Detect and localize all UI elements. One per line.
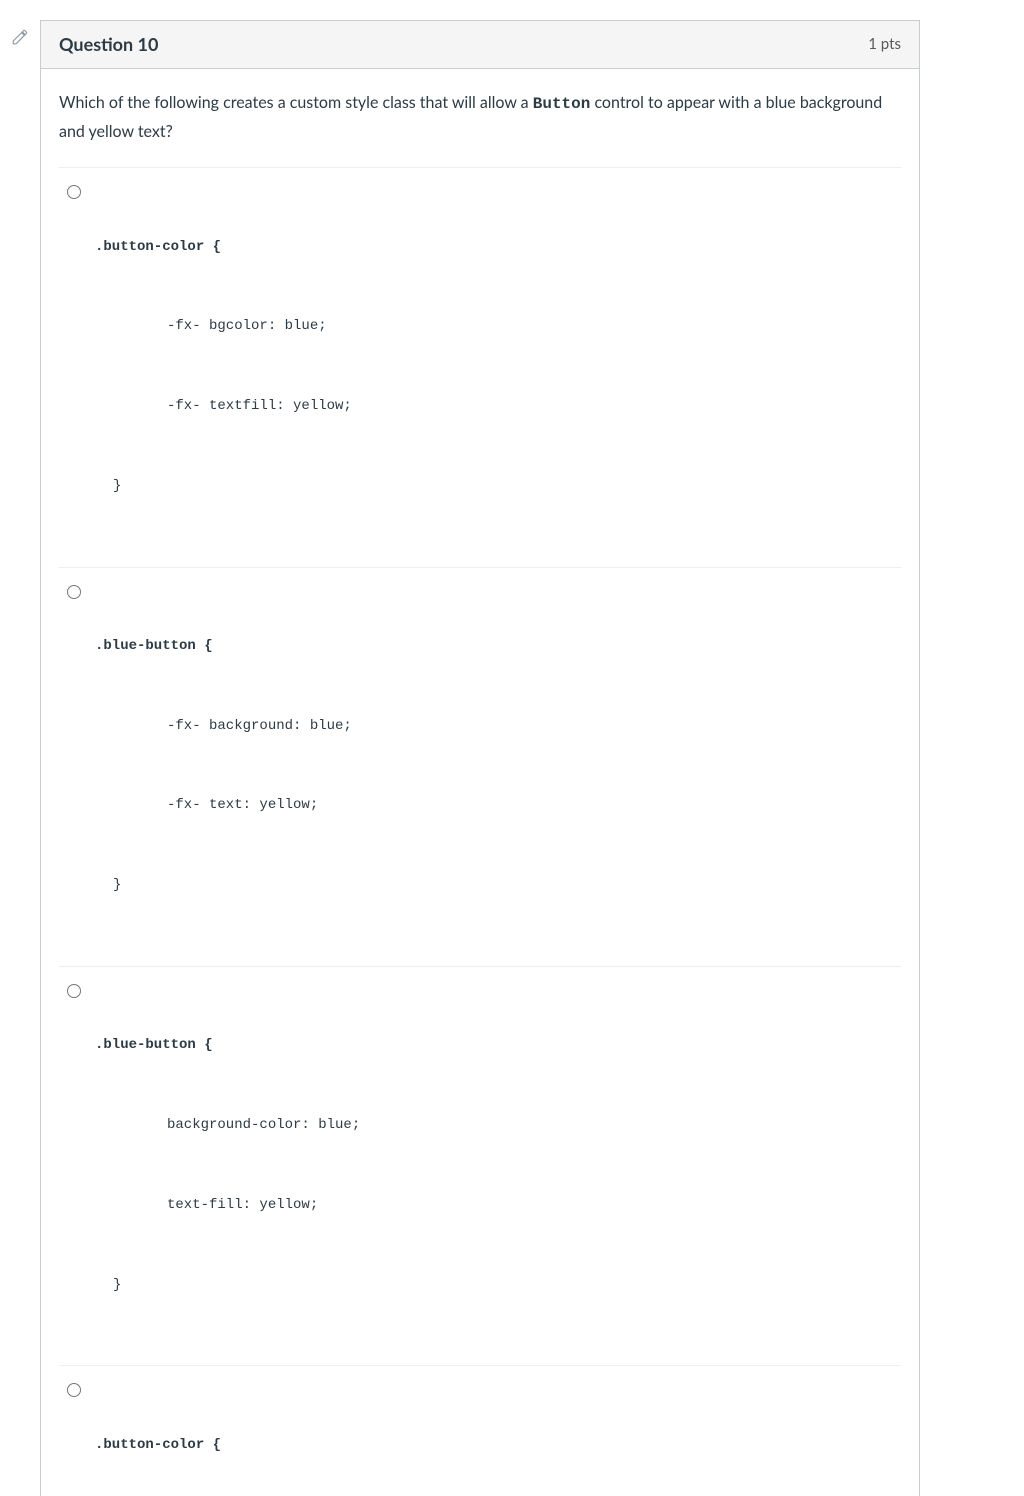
code-close: } bbox=[95, 1272, 360, 1299]
answer-radio[interactable] bbox=[67, 984, 81, 998]
code-selector: .button-color { bbox=[95, 1432, 402, 1459]
question-body: Which of the following creates a custom … bbox=[41, 69, 919, 1496]
question-title: Question 10 bbox=[59, 31, 158, 58]
code-selector: .button-color { bbox=[95, 234, 352, 261]
answer-option[interactable]: .button-color { -fx- bgcolor: blue; -fx-… bbox=[59, 167, 901, 566]
answer-option[interactable]: .blue-button { -fx- background: blue; -f… bbox=[59, 567, 901, 966]
question-points: 1 pts bbox=[868, 33, 901, 56]
answer-code: .button-color { -fx- bgcolor: blue; -fx-… bbox=[95, 180, 352, 552]
question-header: Question 10 1 pts bbox=[41, 21, 919, 69]
code-close: } bbox=[95, 872, 352, 899]
answer-radio[interactable] bbox=[67, 185, 81, 199]
answer-radio[interactable] bbox=[67, 1383, 81, 1397]
code-line: -fx- bgcolor: blue; bbox=[95, 313, 352, 340]
edit-icon-column bbox=[0, 20, 40, 46]
code-line: -fx- text: yellow; bbox=[95, 792, 352, 819]
pencil-icon bbox=[11, 28, 29, 46]
answer-code: .blue-button { background-color: blue; t… bbox=[95, 979, 360, 1351]
code-line: text-fill: yellow; bbox=[95, 1192, 360, 1219]
answers-list: .button-color { -fx- bgcolor: blue; -fx-… bbox=[59, 167, 901, 1496]
question-text-before: Which of the following creates a custom … bbox=[59, 93, 533, 112]
answer-option[interactable]: .button-color { -fx- background-color: b… bbox=[59, 1365, 901, 1496]
code-line: -fx- textfill: yellow; bbox=[95, 393, 352, 420]
code-close: } bbox=[95, 473, 352, 500]
answer-option[interactable]: .blue-button { background-color: blue; t… bbox=[59, 966, 901, 1365]
code-selector: .blue-button { bbox=[95, 633, 352, 660]
code-line: -fx- background: blue; bbox=[95, 713, 352, 740]
answer-code: .button-color { -fx- background-color: b… bbox=[95, 1378, 402, 1496]
code-selector: .blue-button { bbox=[95, 1032, 360, 1059]
question-inline-code: Button bbox=[533, 95, 591, 113]
question-text: Which of the following creates a custom … bbox=[59, 89, 901, 145]
answer-code: .blue-button { -fx- background: blue; -f… bbox=[95, 580, 352, 952]
question-container: Question 10 1 pts Which of the following… bbox=[40, 20, 920, 1496]
code-line: background-color: blue; bbox=[95, 1112, 360, 1139]
answer-radio[interactable] bbox=[67, 585, 81, 599]
